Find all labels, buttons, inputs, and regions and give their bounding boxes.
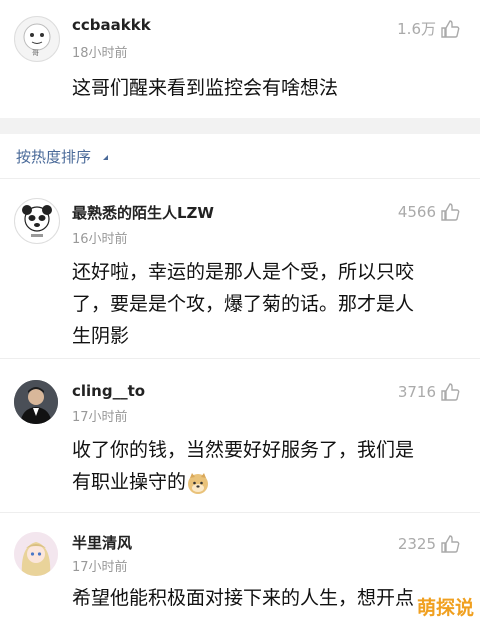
comment-line: 还好啦，幸运的是那人是个受，所以只咬	[72, 261, 415, 283]
post-timestamp: 18小时前	[72, 46, 128, 61]
comment-username[interactable]: cling__to	[72, 382, 145, 400]
comment-item: cling__to 17小时前 3716 收了你的钱，当然要好好服务了，我们是 …	[0, 362, 480, 513]
user-avatar[interactable]: 哥	[14, 16, 60, 62]
doge-emoji-icon	[188, 472, 209, 494]
comment-text: 收了你的钱，当然要好好服务了，我们是 有职业操守的	[72, 434, 450, 498]
comment-text: 还好啦，幸运的是那人是个受，所以只咬 了，要是是个攻，爆了菊的话。那才是人 生阴…	[72, 256, 450, 352]
post-text: 这哥们醒来看到监控会有啥想法	[72, 77, 339, 99]
comment-like-button[interactable]: 4566	[398, 202, 460, 222]
like-count: 4566	[397, 203, 436, 221]
avatar-caption: 哥	[32, 49, 39, 57]
comment-timestamp: 17小时前	[72, 410, 128, 425]
man-in-suit-avatar-icon	[14, 380, 58, 424]
sort-by-hot-button[interactable]: 按热度排序	[16, 146, 91, 167]
comment-text: 希望他能积极面对接下来的人生，想开点	[72, 582, 460, 614]
comment-like-button[interactable]: 2325	[398, 534, 460, 554]
comment-line: 生阴影	[72, 325, 130, 347]
comment-like-button[interactable]: 3716	[398, 382, 460, 402]
comment-username[interactable]: 半里清风	[72, 532, 132, 553]
panda-meme-avatar-icon	[22, 205, 52, 237]
anime-girl-avatar-icon	[14, 532, 58, 576]
sort-bar: 按热度排序	[0, 134, 480, 179]
thumbs-up-icon	[441, 19, 460, 38]
comment-item: 最熟悉的陌生人LZW 16小时前 4566 还好啦，幸运的是那人是个受，所以只咬…	[0, 182, 480, 359]
post-like-button[interactable]: 1.6万	[397, 18, 460, 39]
comment-line: 有职业操守的	[72, 471, 187, 493]
comment-line: 希望他能积极面对接下来的人生，想开点	[72, 587, 415, 609]
like-count: 1.6万	[397, 20, 436, 38]
comment-timestamp: 17小时前	[72, 560, 128, 575]
user-avatar[interactable]	[14, 380, 58, 424]
comment-line: 收了你的钱，当然要好好服务了，我们是	[72, 439, 415, 461]
comment-line: 了，要是是个攻，爆了菊的话。那才是人	[72, 293, 415, 315]
user-avatar[interactable]	[14, 532, 58, 576]
comment-item: 半里清风 17小时前 2325 希望他能积极面对接下来的人生，想开点	[0, 516, 480, 624]
post-username[interactable]: ccbaakkk	[72, 16, 151, 34]
comment-timestamp: 16小时前	[72, 232, 128, 247]
watermark-logo: 萌探说	[416, 597, 474, 619]
thumbs-up-icon	[441, 535, 460, 553]
like-count: 3716	[397, 383, 436, 401]
original-post: 哥 ccbaakkk 18小时前 1.6万 这哥们醒来看到监控会有啥想法	[0, 0, 480, 118]
comment-username[interactable]: 最熟悉的陌生人LZW	[72, 202, 214, 223]
user-avatar[interactable]	[14, 198, 60, 244]
section-divider	[0, 118, 480, 134]
like-count: 2325	[397, 535, 436, 553]
comment-line-with-emoji: 有职业操守的	[72, 466, 450, 498]
caret-icon	[103, 155, 108, 160]
thumbs-up-icon	[441, 383, 460, 401]
thumbs-up-icon	[441, 203, 460, 221]
